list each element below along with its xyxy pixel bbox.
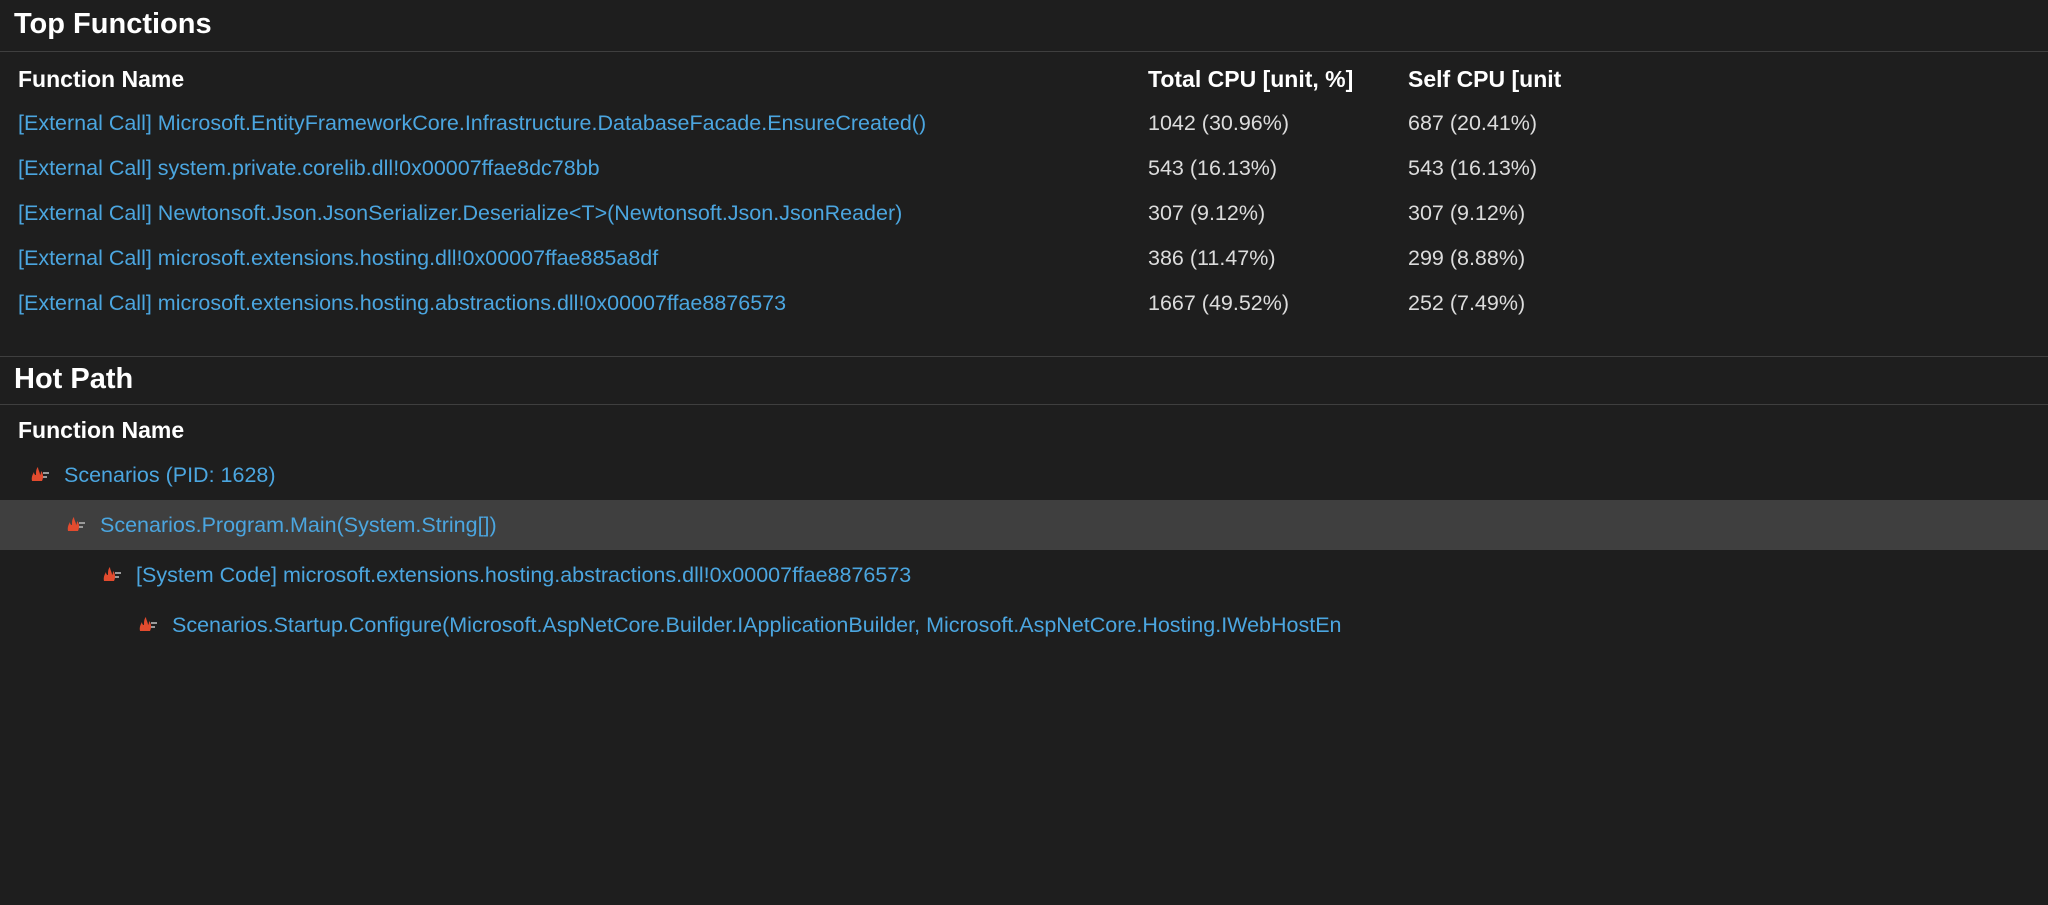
hot-path-item-label[interactable]: [System Code] microsoft.extensions.hosti… (136, 563, 911, 588)
hot-path-item[interactable]: Scenarios.Program.Main(System.String[]) (0, 500, 2048, 550)
flame-icon (64, 517, 90, 533)
total-cpu-cell: 543 (16.13%) (1130, 146, 1390, 191)
self-cpu-cell: 687 (20.41%) (1390, 101, 2048, 146)
self-cpu-cell: 307 (9.12%) (1390, 191, 2048, 236)
function-name-cell[interactable]: [External Call] microsoft.extensions.hos… (0, 236, 1130, 281)
total-cpu-cell: 386 (11.47%) (1130, 236, 1390, 281)
column-header-self-cpu[interactable]: Self CPU [unit (1390, 52, 2048, 101)
table-row[interactable]: [External Call] Microsoft.EntityFramewor… (0, 101, 2048, 146)
flame-icon (136, 617, 162, 633)
column-header-function-name[interactable]: Function Name (0, 52, 1130, 101)
total-cpu-cell: 307 (9.12%) (1130, 191, 1390, 236)
hot-path-tree: Scenarios (PID: 1628) Scenarios.Program.M… (0, 450, 2048, 650)
table-row[interactable]: [External Call] microsoft.extensions.hos… (0, 281, 2048, 326)
table-row[interactable]: [External Call] Newtonsoft.Json.JsonSeri… (0, 191, 2048, 236)
function-name-cell[interactable]: [External Call] microsoft.extensions.hos… (0, 281, 1130, 326)
total-cpu-cell: 1667 (49.52%) (1130, 281, 1390, 326)
function-name-cell[interactable]: [External Call] system.private.corelib.d… (0, 146, 1130, 191)
flame-icon (100, 567, 126, 583)
top-functions-title: Top Functions (0, 0, 2048, 52)
self-cpu-cell: 543 (16.13%) (1390, 146, 2048, 191)
hot-path-item-label[interactable]: Scenarios.Program.Main(System.String[]) (100, 513, 497, 538)
function-name-cell[interactable]: [External Call] Newtonsoft.Json.JsonSeri… (0, 191, 1130, 236)
self-cpu-cell: 299 (8.88%) (1390, 236, 2048, 281)
table-row[interactable]: [External Call] microsoft.extensions.hos… (0, 236, 2048, 281)
hot-path-item-label[interactable]: Scenarios.Startup.Configure(Microsoft.As… (172, 613, 1342, 638)
hot-path-item-label[interactable]: Scenarios (PID: 1628) (64, 463, 276, 488)
hot-path-item[interactable]: Scenarios (PID: 1628) (0, 450, 2048, 500)
column-header-total-cpu[interactable]: Total CPU [unit, %] (1130, 52, 1390, 101)
hot-path-column-header[interactable]: Function Name (0, 405, 2048, 450)
function-name-cell[interactable]: [External Call] Microsoft.EntityFramewor… (0, 101, 1130, 146)
top-functions-table: Function Name Total CPU [unit, %] Self C… (0, 52, 2048, 326)
self-cpu-cell: 252 (7.49%) (1390, 281, 2048, 326)
table-row[interactable]: [External Call] system.private.corelib.d… (0, 146, 2048, 191)
hot-path-item[interactable]: Scenarios.Startup.Configure(Microsoft.As… (0, 600, 2048, 650)
flame-icon (28, 467, 54, 483)
total-cpu-cell: 1042 (30.96%) (1130, 101, 1390, 146)
hot-path-item[interactable]: [System Code] microsoft.extensions.hosti… (0, 550, 2048, 600)
hot-path-title: Hot Path (0, 356, 2048, 405)
